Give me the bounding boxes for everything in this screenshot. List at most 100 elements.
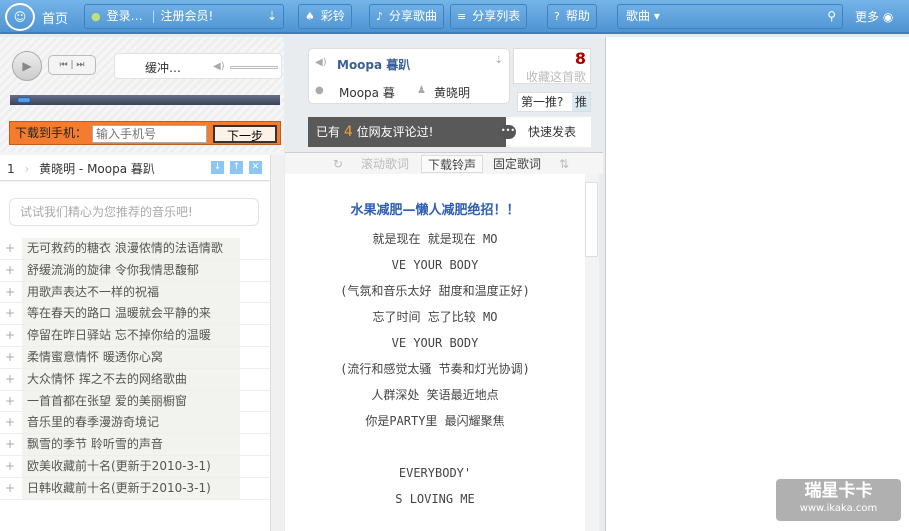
music-note-icon: ♪ [376,10,384,23]
favorite-button[interactable]: 8 收藏这首歌 [513,48,591,84]
share-list-label: 分享列表 [472,9,521,23]
add-icon[interactable]: + [5,456,15,477]
home-link[interactable]: 首页 [42,8,68,27]
search-box[interactable]: 歌曲 ▾ ⚲ [617,4,843,29]
lyrics-scrollbar[interactable] [585,174,599,531]
player: ▶ ⏮ | ⏭ 缓冲… ◀) 下载到手机： 下一步 [0,37,284,152]
speaker-icon: ◀) [315,57,327,68]
question-icon: ? [554,10,560,23]
help-button[interactable]: ? 帮助 [547,4,597,29]
register-link[interactable]: 注册会员! [161,9,214,23]
list-item[interactable]: + 无可救药的糖衣 浪漫侬情的法语情歌 [0,238,270,260]
recommend-list: 试试我们精心为您推荐的音乐吧! + 无可救药的糖衣 浪漫侬情的法语情歌 + 舒缓流淌的… [0,182,270,531]
push-box: 第一推? 推 [517,92,591,112]
add-icon[interactable]: + [5,434,15,455]
login-bar: ● 登录… | 注册会员! ⇣ [84,4,284,29]
prev-next-buttons[interactable]: ⏮ | ⏭ [48,55,96,75]
list-item[interactable]: + 舒缓流淌的旋律 令你我情思馥郁 [0,259,270,282]
tab-scroll-lyrics[interactable]: 滚动歌词 [355,155,415,173]
lyrics-ad-link[interactable]: 水果减肥—懒人减肥绝招！！ [285,199,585,218]
list-icon: ≡ [457,10,467,23]
ringtone-button[interactable]: ♠ 彩铃 [298,4,352,29]
download-icon[interactable]: ⇣ [495,55,503,66]
album-name[interactable]: Moopa 暮 [339,84,395,101]
lyrics-tabs: ↻ 滚动歌词 下载铃声 固定歌词 ⇅ [285,152,603,174]
comments-info[interactable]: 已有 4 位网友评论过! [308,117,506,147]
list-item-label: 欧美收藏前十名(更新于2010-3-1) [22,455,240,477]
share-song-button[interactable]: ♪ 分享歌曲 [369,4,445,29]
lyric-line: 你是PARTY里 最闪耀聚焦 [365,414,505,428]
favorite-count: 8 [574,49,586,68]
download-to-phone: 下载到手机： 下一步 [9,121,281,145]
left-scrollbar[interactable] [270,155,284,531]
share-list-button[interactable]: ≡ 分享列表 [450,4,528,29]
more-label: 更多 [855,10,880,24]
progress-knob[interactable] [17,97,31,103]
list-item[interactable]: + 一首首都在张望 爱的美丽橱窗 [0,390,270,413]
quick-post-button[interactable]: ••• 快速发表 [500,117,591,147]
tab-download-ringtone[interactable]: 下载铃声 [421,155,484,173]
download-label: 下载到手机： [15,126,88,140]
add-icon[interactable]: + [5,282,15,303]
comments-pre: 已有 [316,125,341,139]
lyric-line: 就是现在 就是现在 MO [372,232,498,246]
list-item[interactable]: + 飘雪的季节 聆听雪的声音 [0,434,270,456]
scrollbar-thumb[interactable] [585,182,598,257]
volume-icon[interactable]: ◀) [213,61,225,72]
share-song-label: 分享歌曲 [389,9,438,23]
progress-bar[interactable] [10,95,280,105]
recommend-hint: 试试我们精心为您推荐的音乐吧! [9,198,259,226]
search-type-select[interactable]: 歌曲 ▾ [618,9,668,23]
list-item[interactable]: + 等在春天的路口 温暖就会平静的来 [0,303,270,326]
now-playing-row[interactable]: 1 › 黄晓明 - Moopa 暮趴 ↓ ↑ ✕ [0,155,270,181]
track-title: 黄晓明 - Moopa 暮趴 [39,162,155,176]
add-icon[interactable]: + [5,391,15,412]
push-label: 第一推? [521,95,564,109]
add-icon[interactable]: + [5,347,15,368]
tab-fixed-lyrics[interactable]: 固定歌词 [487,155,547,173]
move-down-icon[interactable]: ↓ [211,161,224,174]
comment-icon: ••• [500,125,516,139]
lyric-line: VE YOUR BODY [391,336,479,350]
next-step-button[interactable]: 下一步 [213,125,277,143]
song-card: ◀) Moopa 暮趴 ⇣ ● Moopa 暮 ♟ 黄晓明 [308,48,510,104]
list-item[interactable]: + 用歌声表达不一样的祝福 [0,281,270,304]
artist-name[interactable]: 黄晓明 [434,84,470,101]
add-icon[interactable]: + [5,369,15,390]
search-icon[interactable]: ⚲ [827,5,836,28]
list-item[interactable]: + 欧美收藏前十名(更新于2010-3-1) [0,455,270,478]
song-title[interactable]: Moopa 暮趴 [337,56,410,73]
list-item[interactable]: + 柔情蜜意情怀 暖透你心窝 [0,346,270,369]
add-icon[interactable]: + [5,260,15,281]
list-item-label: 日韩收藏前十名(更新于2010-3-1) [22,477,240,499]
search-type-label: 歌曲 [626,9,651,23]
ringtone-label: 彩铃 [320,9,345,23]
list-item[interactable]: + 日韩收藏前十名(更新于2010-3-1) [0,477,270,500]
move-up-icon[interactable]: ↑ [230,161,243,174]
add-icon[interactable]: + [5,303,15,324]
list-item[interactable]: + 停留在昨日驿站 忘不掉你给的温暖 [0,325,270,347]
buffer-status: 缓冲… [145,61,182,75]
play-button[interactable]: ▶ [12,51,42,81]
dropdown-arrow-icon[interactable]: ⇣ [267,5,277,28]
refresh-icon[interactable]: ↻ [327,155,349,173]
add-icon[interactable]: + [5,478,15,499]
login-link[interactable]: 登录… [107,9,143,23]
left-panel: ▶ ⏮ | ⏭ 缓冲… ◀) 下载到手机： 下一步 1 › 黄晓明 - Moop… [0,37,284,531]
more-button[interactable]: 更多 ◉ [855,8,893,25]
lyric-line: (流行和感觉太骚 节奏和灯光协调) [340,362,530,376]
artist-icon: ♟ [417,85,426,96]
volume-slider[interactable] [230,66,278,69]
list-item[interactable]: + 音乐里的春季漫游奇境记 [0,412,270,435]
list-item-label: 飘雪的季节 聆听雪的声音 [22,434,240,456]
push-button[interactable]: 推 [572,93,590,111]
list-item[interactable]: + 大众情怀 挥之不去的网络歌曲 [0,368,270,391]
sort-icon[interactable]: ⇅ [553,155,575,173]
add-icon[interactable]: + [5,325,15,346]
add-icon[interactable]: + [5,412,15,433]
list-item-label: 用歌声表达不一样的祝福 [22,281,240,303]
remove-icon[interactable]: ✕ [249,161,262,174]
logo-icon[interactable]: ☺ [5,3,35,31]
add-icon[interactable]: + [5,238,15,259]
phone-input[interactable] [92,125,207,143]
